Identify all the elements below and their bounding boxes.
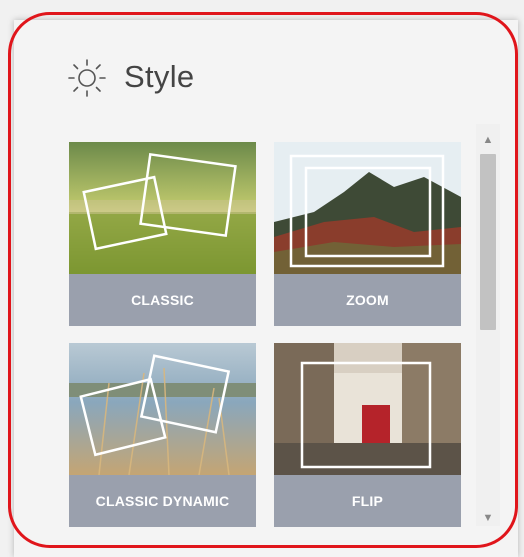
scroll-thumb[interactable] xyxy=(480,154,496,330)
style-tile-classic-dynamic[interactable]: CLASSIC DYNAMIC xyxy=(69,343,256,527)
classic-thumbnail xyxy=(69,142,256,274)
style-label-flip: FLIP xyxy=(351,493,384,509)
panel-title: Style xyxy=(124,59,195,94)
scroll-up-arrow-icon[interactable]: ▲ xyxy=(476,130,500,150)
flip-thumbnail xyxy=(274,343,461,475)
style-label-classic-dynamic: CLASSIC DYNAMIC xyxy=(95,493,230,509)
sun-icon xyxy=(68,59,106,97)
scroll-down-arrow-icon[interactable]: ▼ xyxy=(476,508,500,528)
style-label-classic: CLASSIC xyxy=(131,292,194,308)
panel-header: Style xyxy=(66,54,194,100)
style-tile-flip[interactable]: FLIP xyxy=(274,343,461,527)
zoom-thumbnail xyxy=(274,142,461,274)
style-tile-classic[interactable]: CLASSIC xyxy=(69,142,256,326)
classic-dynamic-thumbnail xyxy=(69,343,256,475)
style-label-zoom: ZOOM xyxy=(346,292,389,308)
style-tile-zoom[interactable]: ZOOM xyxy=(274,142,461,326)
vertical-scrollbar[interactable]: ▲ ▼ xyxy=(476,124,500,526)
